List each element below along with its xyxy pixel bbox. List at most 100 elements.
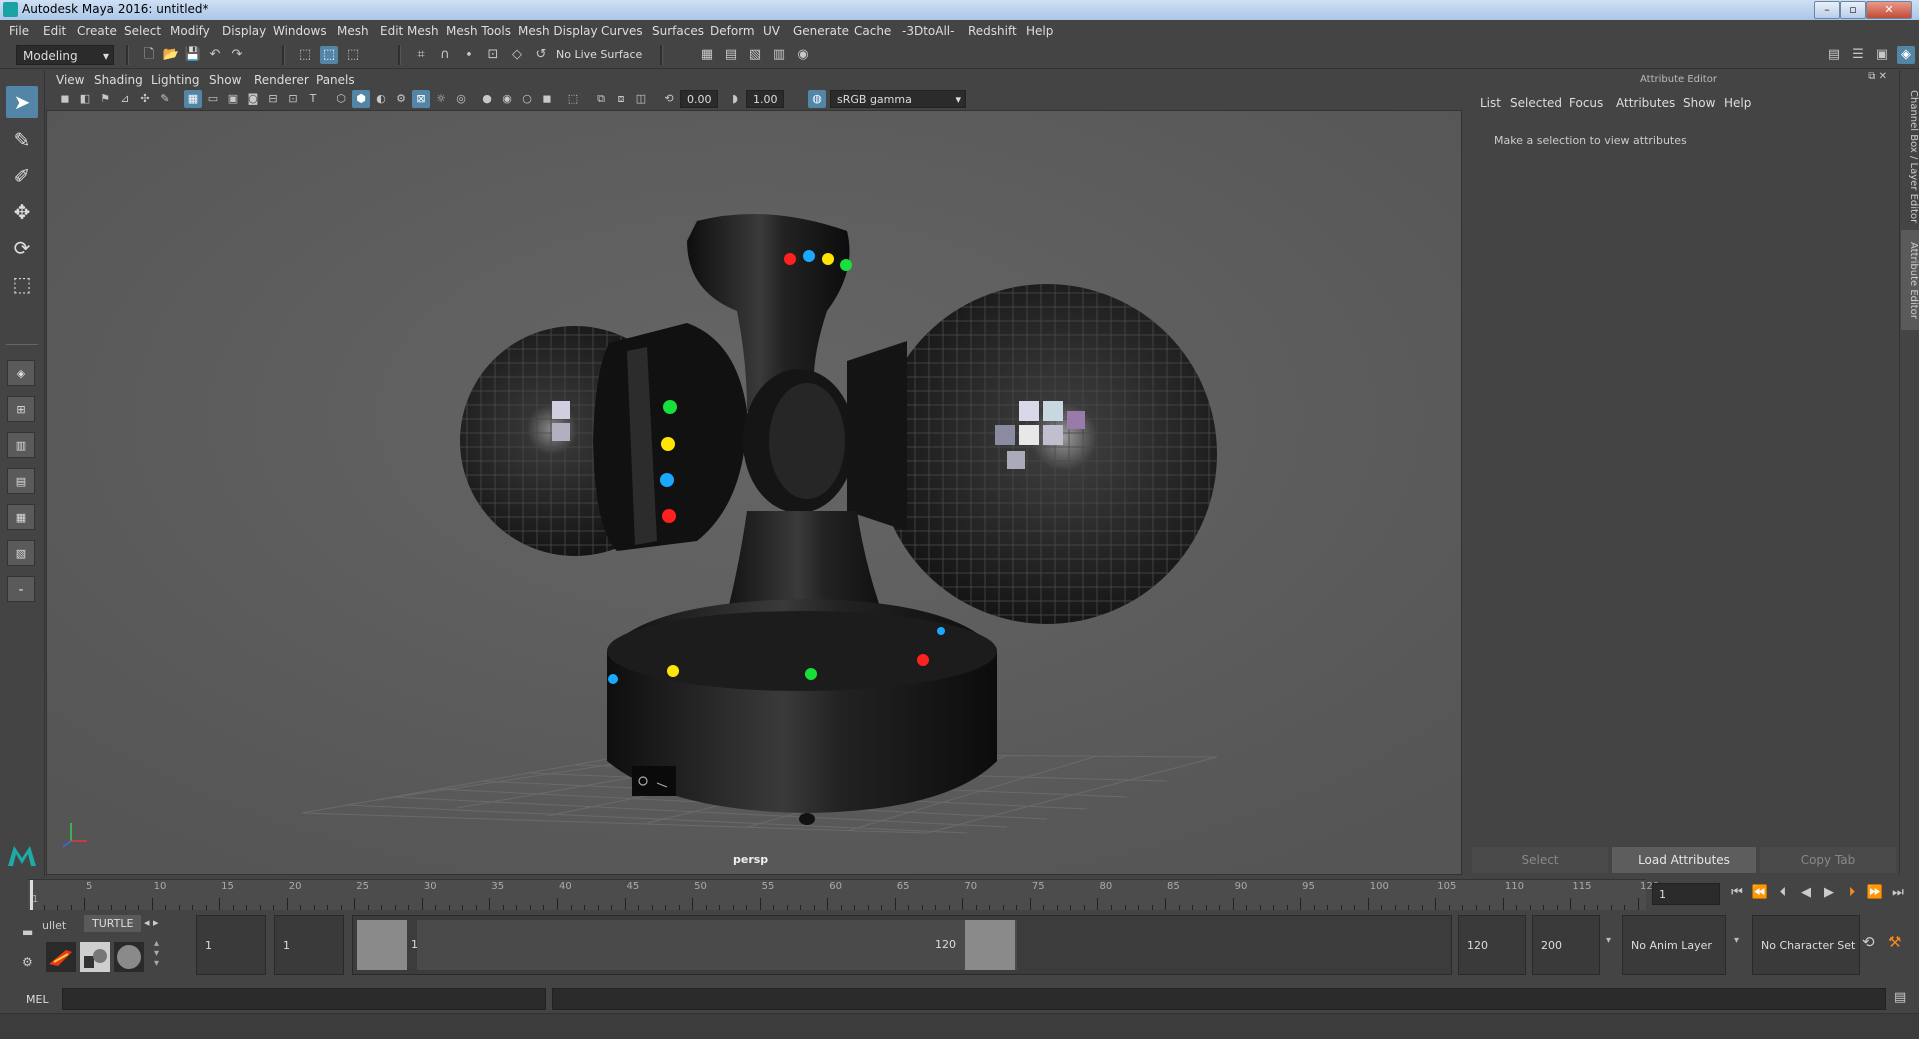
snap-pivot-icon[interactable]: ↺ (532, 46, 550, 64)
menu-redshift[interactable]: Redshift (968, 24, 1017, 38)
persp-outliner-graph-layout-icon[interactable]: ▦ (7, 504, 35, 530)
tool-settings-icon[interactable]: ▣ (1873, 46, 1891, 64)
shelf-tab-turtle[interactable]: TURTLE (84, 915, 142, 932)
channel-box-icon[interactable]: ◈ (1897, 46, 1915, 64)
menu-help[interactable]: Help (1026, 24, 1053, 38)
range-slider-track[interactable]: 1 120 (352, 915, 1452, 975)
ae-menu-focus[interactable]: Focus (1569, 96, 1603, 110)
color-management-icon[interactable]: ◍ (808, 90, 826, 108)
playback-end-input[interactable]: 120 (1458, 915, 1526, 975)
time-ruler[interactable]: 1 5 10 15 20 25 30 35 40 45 50 55 60 65 70 75 80 85 90 95 10… (28, 879, 1659, 910)
menu-mesh-tools[interactable]: Mesh Tools (446, 24, 511, 38)
lasso-tool-icon[interactable]: ✎ (6, 124, 38, 156)
range-bar[interactable] (417, 920, 1017, 970)
maximize-button[interactable]: ▫ (1840, 1, 1866, 19)
range-end-handle[interactable] (965, 920, 1015, 970)
menu-edit[interactable]: Edit (43, 24, 66, 38)
menu-display[interactable]: Display (222, 24, 266, 38)
menu-create[interactable]: Create (77, 24, 117, 38)
current-frame-input[interactable]: 1 (1652, 883, 1720, 905)
menu-cache[interactable]: Cache (854, 24, 891, 38)
hypershade-icon[interactable]: ◉ (794, 46, 812, 64)
depth-of-field-icon[interactable]: ◼ (538, 90, 556, 108)
camera-attributes-icon[interactable]: ◧ (76, 90, 94, 108)
menu-deform[interactable]: Deform (710, 24, 755, 38)
chevron-down-icon[interactable]: ▾ (1734, 935, 1739, 946)
ae-menu-show[interactable]: Show (1683, 96, 1715, 110)
textured-icon[interactable]: ⚙ (392, 90, 410, 108)
ae-copy-tab-button[interactable]: Copy Tab (1760, 847, 1896, 873)
wireframe-on-shaded-icon[interactable]: ◐ (372, 90, 390, 108)
panel-menu-show[interactable]: Show (209, 73, 241, 87)
ipr-render-icon[interactable]: ▧ (746, 46, 764, 64)
ae-select-button[interactable]: Select (1472, 847, 1608, 873)
playback-start-input[interactable]: 1 (274, 915, 344, 975)
panel-menu-shading[interactable]: Shading (94, 73, 143, 87)
modeling-toolkit-icon[interactable]: ▤ (1825, 46, 1843, 64)
range-start-handle[interactable] (357, 920, 407, 970)
anim-layer-dropdown[interactable]: No Anim Layer (1622, 915, 1726, 975)
snap-point-icon[interactable]: ∙ (460, 46, 478, 64)
gamma-input[interactable]: 1.00 (746, 90, 784, 108)
ae-menu-list[interactable]: List (1480, 96, 1501, 110)
turtle-shader-icon[interactable] (114, 942, 144, 972)
auto-key-icon[interactable]: ⟲ (1862, 933, 1875, 951)
screen-space-ao-icon[interactable]: ● (478, 90, 496, 108)
command-input[interactable] (62, 988, 546, 1010)
ae-menu-help[interactable]: Help (1724, 96, 1751, 110)
menu-generate[interactable]: Generate (793, 24, 849, 38)
select-object-icon[interactable]: ⬚ (320, 46, 338, 64)
turtle-bake-icon[interactable] (80, 942, 110, 972)
select-hierarchy-icon[interactable]: ⬚ (296, 46, 314, 64)
save-scene-icon[interactable]: 💾 (184, 46, 202, 64)
step-back-key-icon[interactable]: ⏴ (1774, 885, 1792, 900)
current-time-indicator[interactable] (30, 880, 33, 910)
step-forward-key-icon[interactable]: ⏵ (1843, 885, 1861, 900)
xray-active-icon[interactable]: ⧈ (612, 90, 630, 108)
character-set-dropdown[interactable]: No Character Set (1752, 915, 1860, 975)
snap-curve-icon[interactable]: ∩ (436, 46, 454, 64)
shelf-scroll-icon[interactable]: ◂ ▸ (144, 916, 159, 929)
animation-start-input[interactable]: 1 (196, 915, 266, 975)
snap-surface-icon[interactable]: ◇ (508, 46, 526, 64)
ae-menu-selected[interactable]: Selected (1510, 96, 1562, 110)
maya-home-icon[interactable] (6, 840, 38, 870)
render-settings-icon[interactable]: ▥ (770, 46, 788, 64)
animation-preferences-icon[interactable]: ⚒ (1888, 933, 1901, 951)
xray-joints-icon[interactable]: ⧉ (592, 90, 610, 108)
xray-icon[interactable]: ◎ (452, 90, 470, 108)
ae-load-attributes-button[interactable]: Load Attributes (1612, 847, 1756, 873)
open-scene-icon[interactable]: 📂 (162, 46, 180, 64)
scale-tool-icon[interactable]: ⬚ (6, 268, 38, 300)
rotate-tool-icon[interactable]: ⟳ (6, 232, 38, 264)
grid-icon[interactable]: ▦ (184, 90, 202, 108)
menu-3dtoall[interactable]: -3DtoAll- (902, 24, 954, 38)
redo-icon[interactable]: ↷ (228, 46, 246, 64)
script-language-label[interactable]: MEL (26, 993, 49, 1006)
anti-aliasing-icon[interactable]: ○ (518, 90, 536, 108)
undo-icon[interactable]: ↶ (206, 46, 224, 64)
gamma-icon[interactable]: ◗ (726, 90, 744, 108)
shelf-options-icon[interactable]: ▬ ⚙ (18, 917, 34, 977)
panel-menu-lighting[interactable]: Lighting (151, 73, 200, 87)
tab-channel-box[interactable]: Channel Box / Layer Editor (1901, 82, 1919, 232)
script-editor-icon[interactable]: ▤ (1894, 990, 1906, 1005)
menu-surfaces[interactable]: Surfaces (652, 24, 704, 38)
minimize-button[interactable]: – (1814, 1, 1840, 19)
gate-mask-icon[interactable]: ◙ (244, 90, 262, 108)
play-forwards-icon[interactable]: ▶ (1820, 885, 1838, 900)
render-view-icon[interactable]: ▦ (698, 46, 716, 64)
isolate-select-icon[interactable]: ⬚ (564, 90, 582, 108)
turtle-render-icon[interactable] (46, 942, 76, 972)
bookmark-icon[interactable]: ⚑ (96, 90, 114, 108)
snap-view-icon[interactable]: ⊡ (484, 46, 502, 64)
go-to-end-icon[interactable]: ⏭ (1889, 885, 1907, 900)
image-plane-icon[interactable]: ⊿ (116, 90, 134, 108)
live-surface-label[interactable]: No Live Surface (556, 48, 642, 61)
safe-title-icon[interactable]: T (304, 90, 322, 108)
resolution-gate-icon[interactable]: ▣ (224, 90, 242, 108)
close-button[interactable]: ✕ (1866, 1, 1912, 19)
camera-select-icon[interactable]: ◼ (56, 90, 74, 108)
step-back-frame-icon[interactable]: ⏪ (1751, 885, 1769, 900)
field-chart-icon[interactable]: ⊟ (264, 90, 282, 108)
